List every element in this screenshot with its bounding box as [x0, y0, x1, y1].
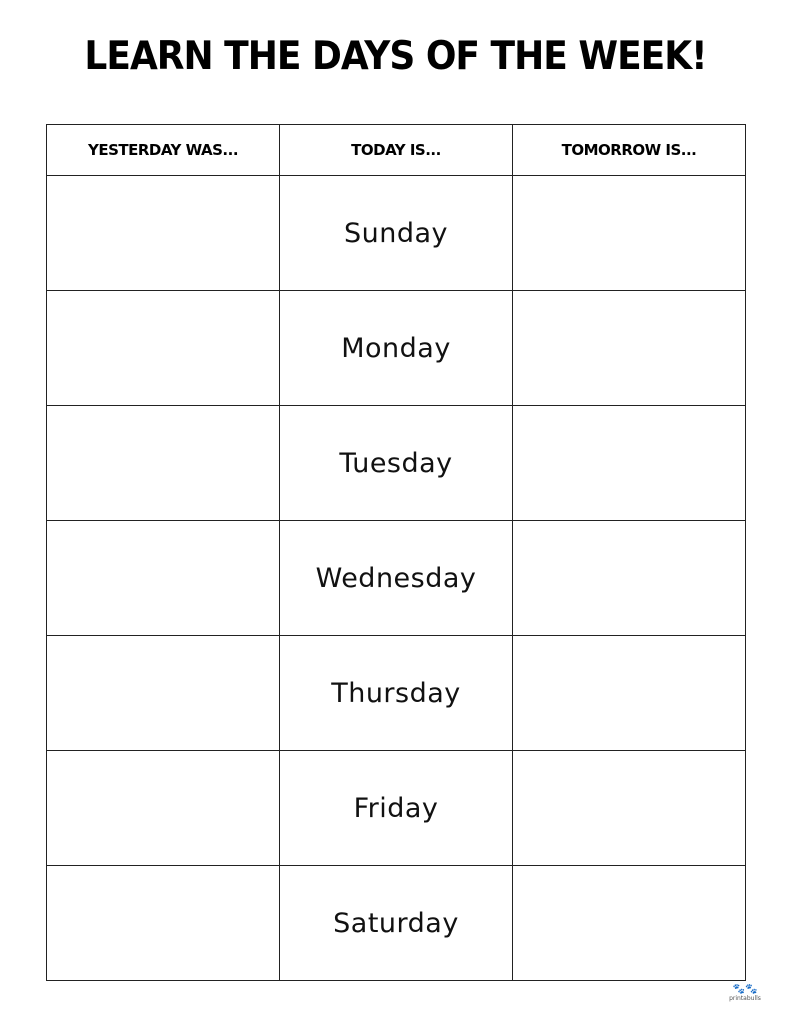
yesterday-cell[interactable] [46, 520, 280, 636]
today-cell: Friday [279, 750, 513, 866]
table-row: Thursday [46, 635, 746, 751]
yesterday-cell[interactable] [46, 290, 280, 406]
table-header-row: YESTERDAY WAS... TODAY IS... TOMORROW IS… [46, 124, 746, 176]
header-yesterday: YESTERDAY WAS... [46, 124, 280, 176]
today-cell: Tuesday [279, 405, 513, 521]
day-label: Thursday [331, 677, 461, 709]
day-label: Friday [353, 792, 439, 824]
table-row: Tuesday [46, 405, 746, 521]
tomorrow-cell[interactable] [512, 520, 746, 636]
today-cell: Thursday [279, 635, 513, 751]
day-label: Saturday [333, 907, 459, 939]
yesterday-cell[interactable] [46, 175, 280, 291]
header-tomorrow: TOMORROW IS... [512, 124, 746, 176]
tomorrow-cell[interactable] [512, 865, 746, 981]
brand-logo: 🐾🐾 printabulls [722, 984, 768, 1003]
tomorrow-cell[interactable] [512, 405, 746, 521]
tomorrow-cell[interactable] [512, 175, 746, 291]
table-row: Monday [46, 290, 746, 406]
tomorrow-cell[interactable] [512, 750, 746, 866]
today-cell: Saturday [279, 865, 513, 981]
today-cell: Sunday [279, 175, 513, 291]
dogs-icon: 🐾🐾 [732, 984, 758, 995]
table-row: Wednesday [46, 520, 746, 636]
table-row: Friday [46, 750, 746, 866]
today-cell: Monday [279, 290, 513, 406]
tomorrow-cell[interactable] [512, 290, 746, 406]
yesterday-cell[interactable] [46, 405, 280, 521]
table-row: Sunday [46, 175, 746, 291]
yesterday-cell[interactable] [46, 865, 280, 981]
day-label: Wednesday [315, 562, 477, 594]
yesterday-cell[interactable] [46, 750, 280, 866]
brand-name: printabulls [729, 995, 761, 1002]
table-row: Saturday [46, 865, 746, 981]
header-today: TODAY IS... [279, 124, 513, 176]
yesterday-cell[interactable] [46, 635, 280, 751]
page-title: LEARN THE DAYS OF THE WEEK! [84, 34, 707, 79]
tomorrow-cell[interactable] [512, 635, 746, 751]
today-cell: Wednesday [279, 520, 513, 636]
day-label: Tuesday [339, 447, 453, 479]
days-table: YESTERDAY WAS... TODAY IS... TOMORROW IS… [46, 124, 746, 981]
day-label: Monday [341, 332, 451, 364]
day-label: Sunday [343, 217, 449, 249]
